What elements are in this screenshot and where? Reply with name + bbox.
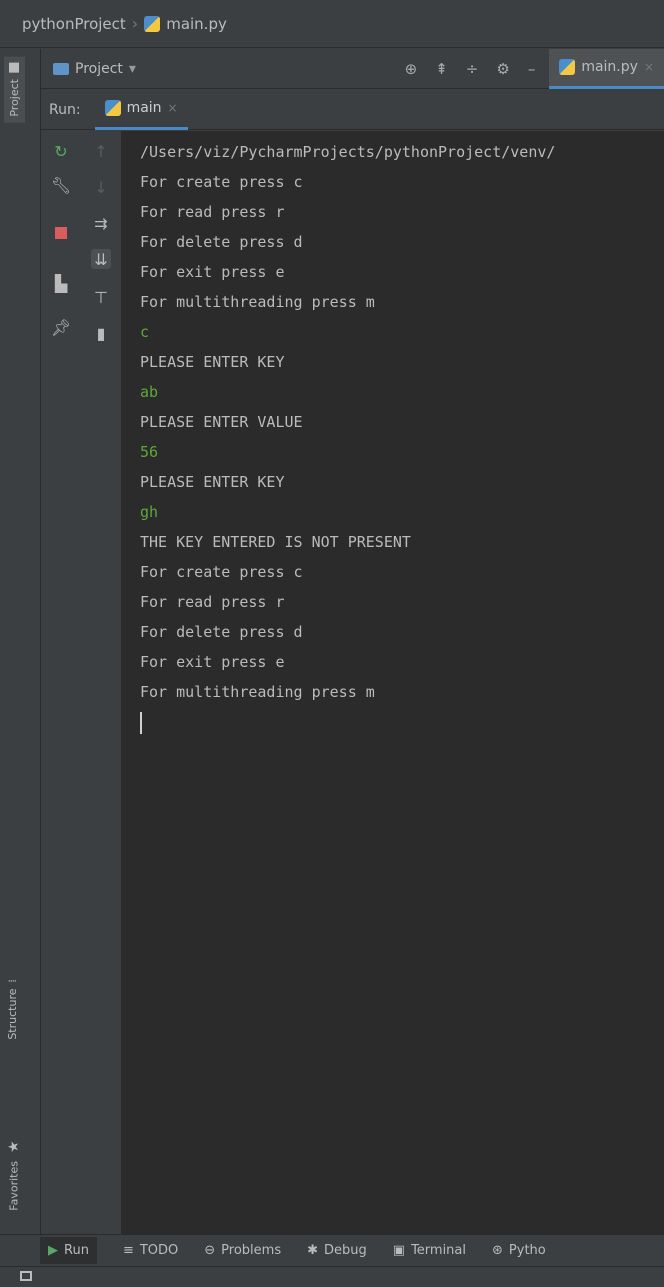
structure-tool-tab[interactable]: Structure ⁞ — [6, 979, 19, 1040]
console-output-line: For read press r — [140, 593, 285, 611]
tab-problems[interactable]: ⊖ Problems — [204, 1243, 281, 1258]
console-input-line: ab — [140, 383, 159, 401]
tab-todo[interactable]: ≡ TODO — [123, 1243, 178, 1258]
tab-run[interactable]: ▶ Run — [40, 1237, 97, 1264]
run-tab-label: main — [126, 100, 162, 116]
tab-debug[interactable]: ✱ Debug — [307, 1243, 367, 1258]
console-output-line: For create press c — [140, 173, 303, 191]
tab-run-label: Run — [64, 1243, 89, 1258]
bug-icon: ✱ — [307, 1243, 318, 1258]
down-arrow-icon[interactable]: ↓ — [91, 177, 111, 197]
console-input-line: c — [140, 323, 150, 341]
console-output-line: For exit press e — [140, 653, 285, 671]
python-run-icon — [104, 100, 121, 116]
project-tool-title[interactable]: Project — [75, 61, 123, 77]
console-output-line: For multithreading press m — [140, 683, 375, 701]
console-output-line: For delete press d — [140, 623, 303, 641]
print-icon[interactable]: ⊤ — [91, 287, 111, 307]
tab-terminal[interactable]: ▣ Terminal — [393, 1243, 466, 1258]
tab-debug-label: Debug — [324, 1243, 367, 1258]
restore-layout-icon[interactable]: ▙ — [51, 273, 71, 293]
project-tool-tab-label: Project — [8, 79, 21, 117]
soft-wrap-icon[interactable]: ⇉ — [91, 213, 111, 233]
python-console-icon: ⊛ — [492, 1243, 503, 1258]
console-output-line: For exit press e — [140, 263, 285, 281]
wrench-icon[interactable]: 🔧︎ — [51, 175, 71, 195]
run-icon: ▶ — [48, 1243, 58, 1258]
folder-icon — [9, 63, 20, 73]
navigation-breadcrumb: pythonProject › main.py — [0, 0, 664, 48]
breadcrumb-file[interactable]: main.py — [166, 15, 227, 33]
rerun-icon[interactable]: ↻ — [51, 141, 71, 161]
list-icon: ≡ — [122, 1243, 134, 1258]
breadcrumb-project[interactable]: pythonProject — [22, 15, 126, 33]
run-tool-header: Run: main × — [41, 90, 664, 130]
console-output-line: For multithreading press m — [140, 293, 375, 311]
console-input-line: gh — [140, 503, 159, 521]
console-output: /Users/viz/PycharmProjects/pythonProject… — [140, 137, 555, 737]
python-file-icon — [559, 59, 576, 75]
expand-all-icon[interactable]: ⇞ — [435, 60, 448, 78]
console-output-line: For delete press d — [140, 233, 303, 251]
editor-tab-main-py[interactable]: main.py × — [549, 48, 664, 89]
console-output-line: /Users/viz/PycharmProjects/pythonProject… — [140, 143, 556, 161]
project-folder-icon — [53, 62, 69, 75]
problems-icon: ⊖ — [204, 1243, 216, 1258]
breadcrumb-chevron-icon: › — [131, 14, 139, 33]
project-tool-tab[interactable]: Project — [4, 57, 25, 123]
tab-terminal-label: Terminal — [411, 1243, 467, 1258]
run-toolbar-primary: ↻ 🔧︎ ▙ 📌︎ — [41, 131, 81, 1234]
console-output-line: PLEASE ENTER KEY — [140, 473, 285, 491]
stop-button[interactable] — [51, 223, 71, 243]
run-tab-main[interactable]: main × — [94, 90, 188, 130]
status-bar — [0, 1266, 664, 1287]
hide-icon[interactable]: – — [528, 60, 536, 78]
tab-problems-label: Problems — [221, 1243, 282, 1258]
console-output-line: PLEASE ENTER VALUE — [140, 413, 303, 431]
star-icon: ★ — [6, 1139, 22, 1155]
toggle-tool-windows-icon[interactable] — [20, 1271, 32, 1281]
locate-icon[interactable]: ⊕ — [405, 60, 418, 78]
console-output-line: PLEASE ENTER KEY — [140, 353, 285, 371]
console-output-line: For create press c — [140, 563, 303, 581]
scroll-to-end-icon[interactable]: ⇊ — [91, 249, 111, 269]
structure-tool-tab-label: Structure — [6, 988, 19, 1040]
left-tool-stripe: Project Structure ⁞ Favorites ★ — [0, 49, 41, 1259]
tab-python-console[interactable]: ⊛ Pytho — [492, 1243, 546, 1258]
run-toolbar-secondary: ↑ ↓ ⇉ ⇊ ⊤ ▮ — [81, 131, 122, 1234]
favorites-tool-tab-label: Favorites — [7, 1161, 21, 1211]
collapse-all-icon[interactable]: ÷ — [466, 60, 479, 78]
bottom-tool-bar: ▶ Run ≡ TODO ⊖ Problems ✱ Debug ▣ Termin… — [0, 1234, 664, 1266]
python-file-icon — [144, 15, 161, 32]
tab-todo-label: TODO — [139, 1243, 179, 1258]
pin-icon[interactable]: 📌︎ — [51, 317, 71, 337]
favorites-tool-tab[interactable]: Favorites ★ — [6, 1139, 22, 1211]
trash-icon[interactable]: ▮ — [91, 323, 111, 343]
console-output-line: For read press r — [140, 203, 285, 221]
gear-icon[interactable]: ⚙ — [496, 60, 509, 78]
run-label: Run: — [49, 101, 81, 118]
project-tool-header: Project ▾ ⊕ ⇞ ÷ ⚙ – main.py × — [41, 48, 664, 89]
console-input-line: 56 — [140, 443, 159, 461]
console-prompt-line[interactable] — [140, 707, 555, 737]
tab-python-console-label: Pytho — [508, 1243, 546, 1258]
terminal-icon: ▣ — [392, 1243, 406, 1258]
close-icon[interactable]: × — [644, 60, 654, 74]
text-caret — [140, 711, 142, 734]
run-console[interactable]: /Users/viz/PycharmProjects/pythonProject… — [122, 131, 664, 1234]
console-output-line: THE KEY ENTERED IS NOT PRESENT — [140, 533, 411, 551]
project-dropdown-icon[interactable]: ▾ — [129, 61, 136, 77]
close-icon[interactable]: × — [168, 101, 178, 115]
up-arrow-icon[interactable]: ↑ — [91, 141, 111, 161]
stop-icon — [55, 227, 67, 239]
editor-tab-label: main.py — [581, 59, 638, 75]
structure-icon: ⁞ — [6, 979, 19, 983]
